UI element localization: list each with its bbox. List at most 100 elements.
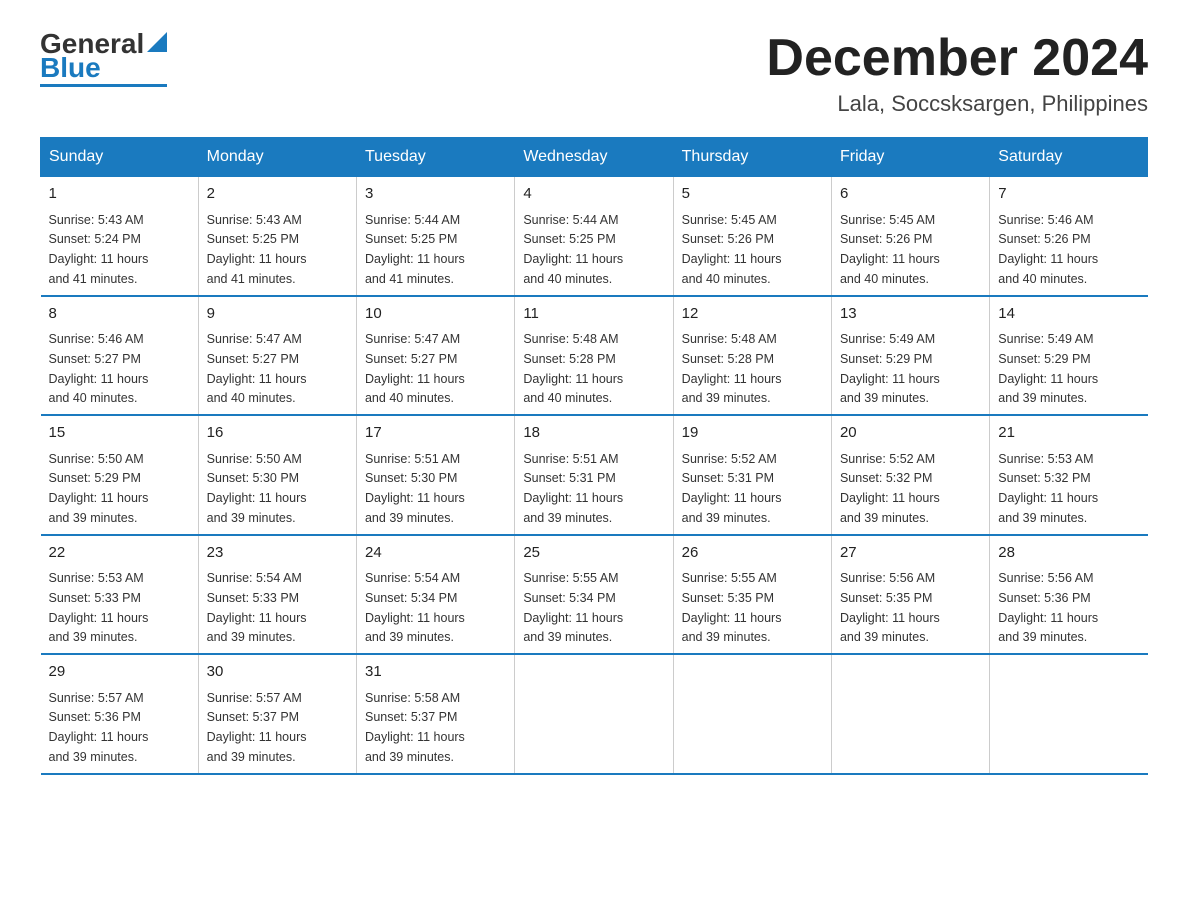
day-info: Sunrise: 5:48 AM Sunset: 5:28 PM Dayligh… bbox=[682, 332, 782, 405]
day-info: Sunrise: 5:45 AM Sunset: 5:26 PM Dayligh… bbox=[840, 213, 940, 286]
day-cell: 6 Sunrise: 5:45 AM Sunset: 5:26 PM Daylig… bbox=[831, 177, 989, 296]
day-number: 26 bbox=[682, 542, 823, 565]
day-info: Sunrise: 5:55 AM Sunset: 5:35 PM Dayligh… bbox=[682, 571, 782, 644]
day-cell: 2 Sunrise: 5:43 AM Sunset: 5:25 PM Daylig… bbox=[198, 177, 356, 296]
day-number: 20 bbox=[840, 422, 981, 445]
day-info: Sunrise: 5:43 AM Sunset: 5:25 PM Dayligh… bbox=[207, 213, 307, 286]
day-cell: 26 Sunrise: 5:55 AM Sunset: 5:35 PM Dayli… bbox=[673, 535, 831, 655]
day-info: Sunrise: 5:56 AM Sunset: 5:36 PM Dayligh… bbox=[998, 571, 1098, 644]
day-number: 8 bbox=[49, 303, 190, 326]
day-number: 17 bbox=[365, 422, 506, 445]
day-info: Sunrise: 5:45 AM Sunset: 5:26 PM Dayligh… bbox=[682, 213, 782, 286]
day-cell: 28 Sunrise: 5:56 AM Sunset: 5:36 PM Dayli… bbox=[990, 535, 1148, 655]
calendar-body: 1Sunrise: 5:43 AM Sunset: 5:24 PM Daylig… bbox=[41, 177, 1148, 774]
day-info: Sunrise: 5:53 AM Sunset: 5:33 PM Dayligh… bbox=[49, 571, 149, 644]
week-row-2: 8 Sunrise: 5:46 AM Sunset: 5:27 PM Daylig… bbox=[41, 296, 1148, 416]
day-number: 22 bbox=[49, 542, 190, 565]
day-number: 18 bbox=[523, 422, 664, 445]
day-info: Sunrise: 5:57 AM Sunset: 5:37 PM Dayligh… bbox=[207, 691, 307, 764]
day-cell: 8 Sunrise: 5:46 AM Sunset: 5:27 PM Daylig… bbox=[41, 296, 199, 416]
day-cell: 21 Sunrise: 5:53 AM Sunset: 5:32 PM Dayli… bbox=[990, 415, 1148, 535]
day-cell: 11 Sunrise: 5:48 AM Sunset: 5:28 PM Dayli… bbox=[515, 296, 673, 416]
day-info: Sunrise: 5:52 AM Sunset: 5:32 PM Dayligh… bbox=[840, 452, 940, 525]
day-info: Sunrise: 5:46 AM Sunset: 5:26 PM Dayligh… bbox=[998, 213, 1098, 286]
day-number: 6 bbox=[840, 183, 981, 206]
day-cell: 13 Sunrise: 5:49 AM Sunset: 5:29 PM Dayli… bbox=[831, 296, 989, 416]
day-number: 29 bbox=[49, 661, 190, 684]
day-info: Sunrise: 5:57 AM Sunset: 5:36 PM Dayligh… bbox=[49, 691, 149, 764]
day-cell: 10 Sunrise: 5:47 AM Sunset: 5:27 PM Dayli… bbox=[356, 296, 514, 416]
day-info: Sunrise: 5:53 AM Sunset: 5:32 PM Dayligh… bbox=[998, 452, 1098, 525]
day-info: Sunrise: 5:49 AM Sunset: 5:29 PM Dayligh… bbox=[840, 332, 940, 405]
day-cell: 25 Sunrise: 5:55 AM Sunset: 5:34 PM Dayli… bbox=[515, 535, 673, 655]
day-number: 28 bbox=[998, 542, 1139, 565]
day-cell: 17 Sunrise: 5:51 AM Sunset: 5:30 PM Dayli… bbox=[356, 415, 514, 535]
header-cell-thursday: Thursday bbox=[673, 138, 831, 177]
day-number: 23 bbox=[207, 542, 348, 565]
day-info: Sunrise: 5:55 AM Sunset: 5:34 PM Dayligh… bbox=[523, 571, 623, 644]
day-number: 9 bbox=[207, 303, 348, 326]
day-number: 10 bbox=[365, 303, 506, 326]
day-cell: 15Sunrise: 5:50 AM Sunset: 5:29 PM Dayli… bbox=[41, 415, 199, 535]
week-row-4: 22 Sunrise: 5:53 AM Sunset: 5:33 PM Dayli… bbox=[41, 535, 1148, 655]
header-cell-monday: Monday bbox=[198, 138, 356, 177]
week-row-1: 1Sunrise: 5:43 AM Sunset: 5:24 PM Daylig… bbox=[41, 177, 1148, 296]
day-cell: 1Sunrise: 5:43 AM Sunset: 5:24 PM Daylig… bbox=[41, 177, 199, 296]
day-cell: 4Sunrise: 5:44 AM Sunset: 5:25 PM Daylig… bbox=[515, 177, 673, 296]
day-info: Sunrise: 5:51 AM Sunset: 5:31 PM Dayligh… bbox=[523, 452, 623, 525]
day-cell bbox=[673, 654, 831, 774]
day-number: 5 bbox=[682, 183, 823, 206]
day-cell: 23 Sunrise: 5:54 AM Sunset: 5:33 PM Dayli… bbox=[198, 535, 356, 655]
day-number: 13 bbox=[840, 303, 981, 326]
day-cell: 3 Sunrise: 5:44 AM Sunset: 5:25 PM Daylig… bbox=[356, 177, 514, 296]
day-cell bbox=[515, 654, 673, 774]
day-number: 16 bbox=[207, 422, 348, 445]
day-info: Sunrise: 5:54 AM Sunset: 5:34 PM Dayligh… bbox=[365, 571, 465, 644]
header-cell-wednesday: Wednesday bbox=[515, 138, 673, 177]
day-info: Sunrise: 5:48 AM Sunset: 5:28 PM Dayligh… bbox=[523, 332, 623, 405]
day-info: Sunrise: 5:46 AM Sunset: 5:27 PM Dayligh… bbox=[49, 332, 149, 405]
day-number: 12 bbox=[682, 303, 823, 326]
day-info: Sunrise: 5:51 AM Sunset: 5:30 PM Dayligh… bbox=[365, 452, 465, 525]
calendar-subtitle: Lala, Soccsksargen, Philippines bbox=[766, 91, 1148, 117]
day-number: 4 bbox=[523, 183, 664, 206]
calendar-table: SundayMondayTuesdayWednesdayThursdayFrid… bbox=[40, 137, 1148, 775]
logo-triangle-icon bbox=[147, 32, 167, 52]
day-number: 21 bbox=[998, 422, 1139, 445]
day-cell: 19 Sunrise: 5:52 AM Sunset: 5:31 PM Dayli… bbox=[673, 415, 831, 535]
day-cell: 31Sunrise: 5:58 AM Sunset: 5:37 PM Dayli… bbox=[356, 654, 514, 774]
day-info: Sunrise: 5:52 AM Sunset: 5:31 PM Dayligh… bbox=[682, 452, 782, 525]
day-info: Sunrise: 5:50 AM Sunset: 5:30 PM Dayligh… bbox=[207, 452, 307, 525]
day-info: Sunrise: 5:47 AM Sunset: 5:27 PM Dayligh… bbox=[207, 332, 307, 405]
day-cell: 27 Sunrise: 5:56 AM Sunset: 5:35 PM Dayli… bbox=[831, 535, 989, 655]
day-info: Sunrise: 5:44 AM Sunset: 5:25 PM Dayligh… bbox=[365, 213, 465, 286]
logo-blue-text: Blue bbox=[40, 54, 101, 82]
header-cell-friday: Friday bbox=[831, 138, 989, 177]
day-number: 2 bbox=[207, 183, 348, 206]
day-number: 25 bbox=[523, 542, 664, 565]
day-info: Sunrise: 5:47 AM Sunset: 5:27 PM Dayligh… bbox=[365, 332, 465, 405]
day-number: 27 bbox=[840, 542, 981, 565]
day-cell: 14Sunrise: 5:49 AM Sunset: 5:29 PM Dayli… bbox=[990, 296, 1148, 416]
day-number: 19 bbox=[682, 422, 823, 445]
day-number: 30 bbox=[207, 661, 348, 684]
day-number: 31 bbox=[365, 661, 506, 684]
day-number: 3 bbox=[365, 183, 506, 206]
day-number: 7 bbox=[998, 183, 1139, 206]
logo-underline bbox=[40, 84, 167, 87]
header-cell-sunday: Sunday bbox=[41, 138, 199, 177]
header-row: SundayMondayTuesdayWednesdayThursdayFrid… bbox=[41, 138, 1148, 177]
day-info: Sunrise: 5:56 AM Sunset: 5:35 PM Dayligh… bbox=[840, 571, 940, 644]
day-info: Sunrise: 5:54 AM Sunset: 5:33 PM Dayligh… bbox=[207, 571, 307, 644]
week-row-3: 15Sunrise: 5:50 AM Sunset: 5:29 PM Dayli… bbox=[41, 415, 1148, 535]
title-section: December 2024 Lala, Soccsksargen, Philip… bbox=[766, 30, 1148, 117]
day-cell: 16 Sunrise: 5:50 AM Sunset: 5:30 PM Dayli… bbox=[198, 415, 356, 535]
calendar-header: SundayMondayTuesdayWednesdayThursdayFrid… bbox=[41, 138, 1148, 177]
day-cell bbox=[990, 654, 1148, 774]
day-cell: 30 Sunrise: 5:57 AM Sunset: 5:37 PM Dayli… bbox=[198, 654, 356, 774]
calendar-title: December 2024 bbox=[766, 30, 1148, 87]
logo: General Blue bbox=[40, 30, 167, 87]
day-number: 14 bbox=[998, 303, 1139, 326]
page-header: General Blue December 2024 Lala, Soccsks… bbox=[40, 30, 1148, 117]
day-number: 11 bbox=[523, 303, 664, 326]
